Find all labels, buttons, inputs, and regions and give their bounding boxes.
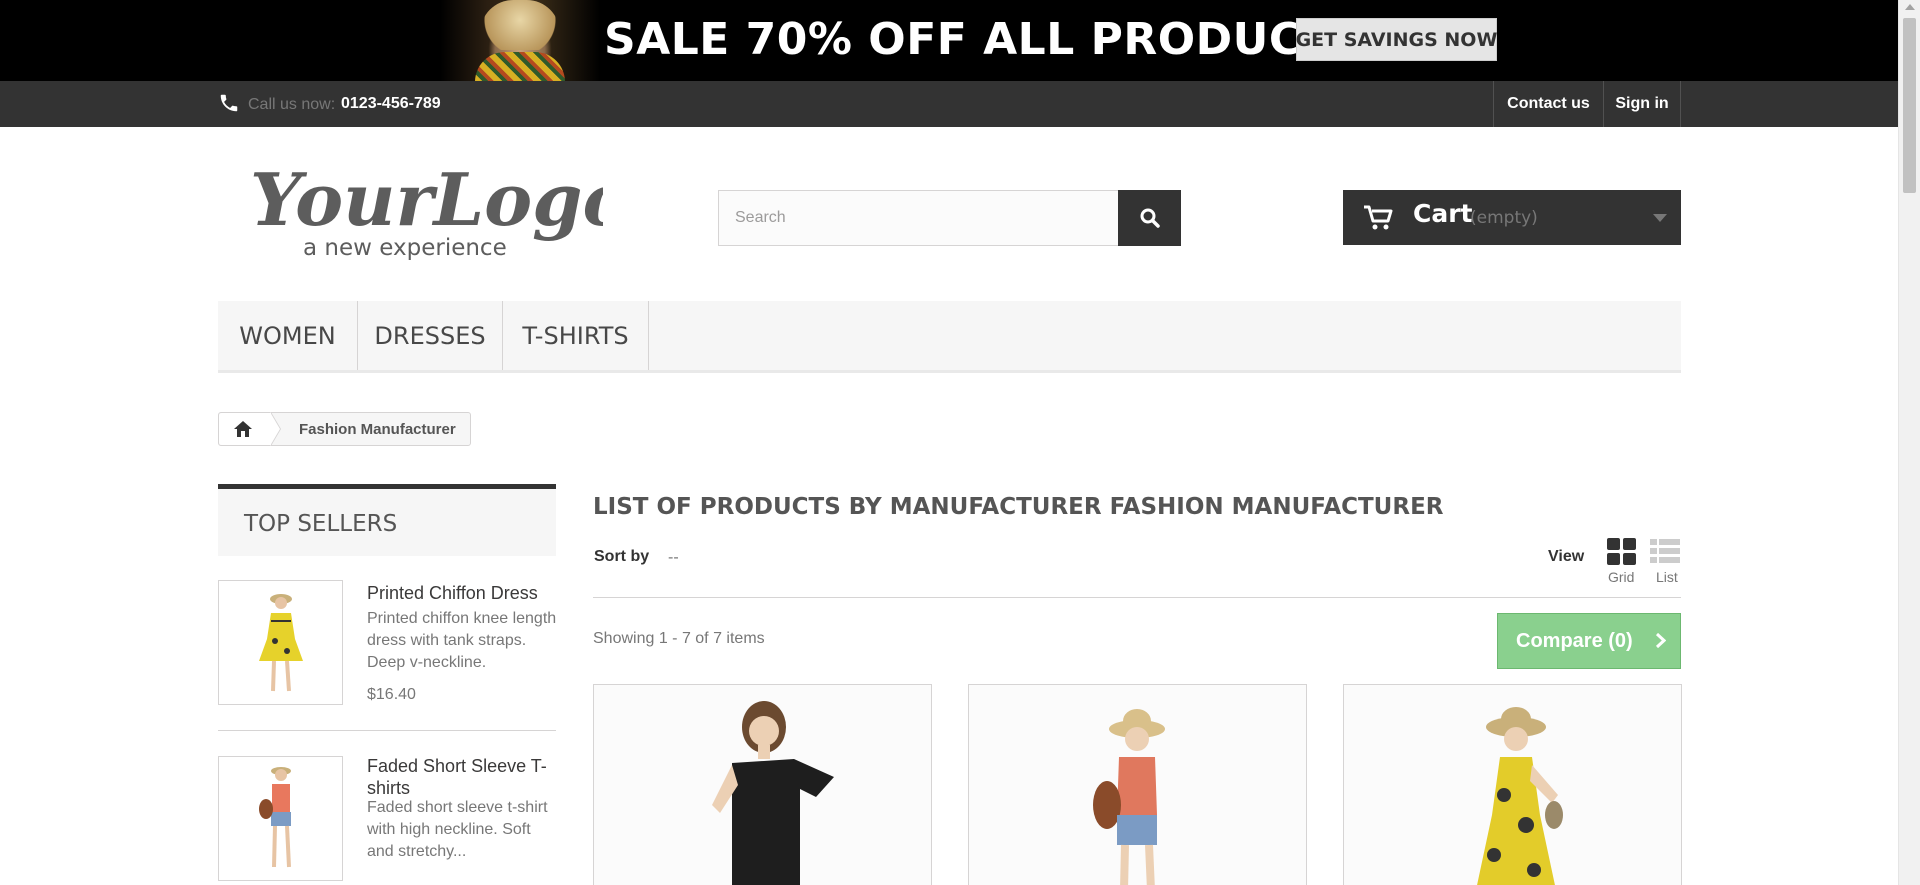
content-divider (593, 597, 1681, 598)
main-menu: WOMEN DRESSES T-SHIRTS (218, 301, 1681, 373)
product-image[interactable] (969, 685, 1306, 885)
search-input[interactable] (735, 209, 1102, 227)
search-field[interactable] (718, 190, 1119, 246)
cart-status: (empty) (1470, 208, 1538, 228)
product-card[interactable] (593, 684, 932, 885)
chevron-right-icon (1655, 632, 1666, 649)
sort-select[interactable]: -- (668, 549, 679, 567)
logo-text: YourLogo (250, 157, 603, 242)
results-count: Showing 1 - 7 of 7 items (593, 630, 765, 647)
chevron-down-icon (1653, 214, 1667, 222)
breadcrumb-current: Fashion Manufacturer (299, 421, 456, 438)
phone-number: 0123-456-789 (341, 95, 441, 112)
sign-in-link[interactable]: Sign in (1603, 81, 1681, 127)
get-savings-button[interactable]: GET SAVINGS NOW (1296, 18, 1497, 61)
top-seller-description: Printed chiffon knee length dress with t… (367, 610, 557, 671)
product-card[interactable] (968, 684, 1307, 885)
top-sellers-title[interactable]: TOP SELLERS (218, 484, 556, 556)
scrollbar-thumb[interactable] (1903, 18, 1916, 193)
search-icon (1140, 208, 1160, 228)
list-view-icon[interactable] (1650, 538, 1680, 565)
product-thumbnail[interactable] (218, 756, 343, 881)
menu-item-tshirts[interactable]: T-SHIRTS (503, 301, 649, 370)
product-card[interactable] (1343, 684, 1682, 885)
page-scrollbar[interactable] (1898, 0, 1920, 885)
top-seller-name[interactable]: Faded Short Sleeve T-shirts (367, 755, 557, 799)
search-button[interactable] (1118, 190, 1181, 246)
sort-by-label: Sort by (594, 548, 650, 565)
breadcrumb: Fashion Manufacturer (218, 412, 471, 446)
compare-label: Compare (0) (1516, 629, 1633, 652)
phone-icon (220, 94, 238, 112)
cart-button[interactable]: Cart (empty) (1343, 190, 1681, 245)
home-icon[interactable] (233, 419, 253, 439)
product-image[interactable] (1344, 685, 1681, 885)
list-view-label[interactable]: List (1656, 569, 1678, 585)
logo-tagline: a new experience (303, 235, 507, 260)
menu-item-women[interactable]: WOMEN (218, 301, 358, 370)
grid-view-icon[interactable] (1607, 538, 1636, 565)
page-title: LIST OF PRODUCTS BY MANUFACTURER FASHION… (593, 494, 1444, 520)
contact-us-link[interactable]: Contact us (1493, 81, 1603, 127)
product-thumbnail[interactable] (218, 580, 343, 705)
sidebar-divider (218, 730, 556, 731)
top-seller-price: $16.40 (367, 686, 416, 703)
store-logo[interactable]: YourLogo a new experience (248, 155, 603, 260)
menu-item-dresses[interactable]: DRESSES (358, 301, 503, 370)
banner-title: SALE 70% OFF ALL PRODUCTS (604, 14, 1365, 65)
top-seller-name[interactable]: Printed Chiffon Dress (367, 582, 557, 604)
banner-model-image (440, 0, 600, 81)
call-us-label: Call us now: (248, 96, 336, 113)
product-image[interactable] (594, 685, 931, 885)
scroll-up-arrow-icon[interactable] (1905, 4, 1915, 10)
cart-label: Cart (1413, 199, 1473, 228)
top-seller-description: Faded short sleeve t-shirt with high nec… (367, 799, 548, 860)
compare-button[interactable]: Compare (0) (1497, 613, 1681, 669)
promo-banner[interactable]: SALE 70% OFF ALL PRODUCTS GET SAVINGS NO… (0, 0, 1898, 81)
cart-icon (1364, 205, 1393, 230)
view-label: View (1548, 548, 1585, 565)
grid-view-label[interactable]: Grid (1608, 569, 1634, 585)
